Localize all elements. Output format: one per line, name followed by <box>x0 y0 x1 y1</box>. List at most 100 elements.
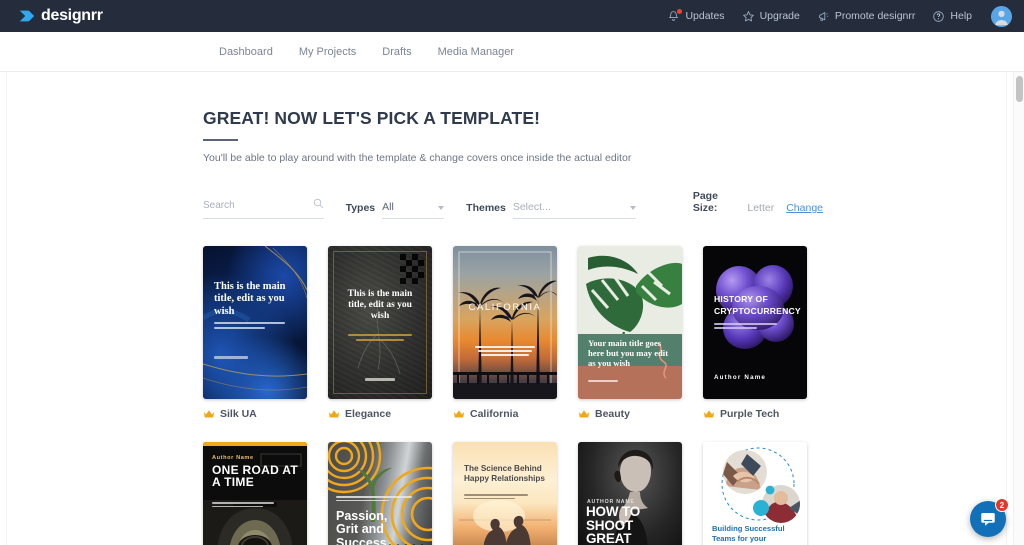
template-thumbnail-california[interactable]: CALIFORNIA <box>453 246 557 399</box>
updates-badge-dot <box>677 8 683 14</box>
template-grid: This is the main title, edit as you wish <box>203 246 843 545</box>
search-field[interactable] <box>203 195 324 219</box>
template-thumbnail-building-teams[interactable]: Building Successful Teams for your Busin… <box>703 442 807 545</box>
upgrade-button[interactable]: Upgrade <box>742 10 800 23</box>
template-thumbnail-shoot-portraits[interactable]: AUTHOR NAME HOW TO SHOOT GREAT PORTRAITS <box>578 442 682 545</box>
megaphone-icon <box>817 10 830 23</box>
crown-icon <box>703 410 715 418</box>
scrollbar-thumb[interactable] <box>1016 76 1023 102</box>
cover-author: Author Name <box>714 374 767 381</box>
types-select[interactable]: All <box>382 201 445 219</box>
cover-title: ONE ROAD AT A TIME <box>212 463 298 490</box>
template-thumbnail-science-happy[interactable]: The Science Behind Happy Relationships <box>453 442 557 545</box>
template-card[interactable]: This is the main title, edit as you wish <box>328 246 453 442</box>
cover-body-lines <box>212 502 277 508</box>
cover-title: This is the main title, edit as you wish <box>347 289 413 322</box>
search-input[interactable] <box>203 200 307 211</box>
template-name: Silk UA <box>220 408 257 420</box>
brand-name: designrr <box>41 7 103 24</box>
question-circle-icon <box>932 10 945 23</box>
page-size-group: Page Size: Letter Change <box>693 190 823 219</box>
template-thumbnail-passion-grit[interactable]: Passion, Grit and Success <box>328 442 432 545</box>
crown-icon <box>328 410 340 418</box>
template-thumbnail-one-road[interactable]: Author Name ONE ROAD AT A TIME <box>203 442 307 545</box>
chevron-down-icon <box>438 206 445 210</box>
template-card[interactable]: Your main title goes here but you may ed… <box>578 246 703 442</box>
help-button[interactable]: Help <box>932 10 972 23</box>
crown-icon <box>203 410 215 418</box>
updates-label: Updates <box>685 10 725 22</box>
template-thumbnail-purple-tech[interactable]: HISTORY OF CRYPTOCURRENCY Author Name <box>703 246 807 399</box>
cover-author-line <box>214 356 248 359</box>
cover-art <box>453 246 557 399</box>
chevron-down-icon <box>629 206 636 210</box>
chat-unread-badge: 2 <box>995 498 1009 512</box>
crown-icon <box>453 410 465 418</box>
themes-filter: Themes Select... <box>466 201 636 219</box>
template-thumbnail-elegance[interactable]: This is the main title, edit as you wish <box>328 246 432 399</box>
template-name: California <box>470 408 519 420</box>
cover-art <box>578 246 682 399</box>
themes-select[interactable]: Select... <box>512 201 636 219</box>
chat-bubble-icon <box>981 513 995 526</box>
cover-author: Author Name <box>212 455 254 461</box>
content-canvas: GREAT! NOW LET'S PICK A TEMPLATE! You'll… <box>0 72 1013 545</box>
nav-item-my-projects[interactable]: My Projects <box>299 46 356 58</box>
types-filter: Types All <box>346 201 445 219</box>
app-root: designrr Updates Upgrade Promote designr… <box>0 0 1024 545</box>
title-underline-rule <box>203 139 238 141</box>
page-size-label: Page Size: <box>692 190 718 214</box>
cover-author-line <box>328 378 432 381</box>
template-card[interactable]: HISTORY OF CRYPTOCURRENCY Author Name Pu… <box>703 246 828 442</box>
template-card[interactable]: Passion, Grit and Success <box>328 442 453 545</box>
magnifier-icon[interactable] <box>313 196 324 214</box>
cover-body-lines <box>464 494 537 500</box>
template-card[interactable]: This is the main title, edit as you wish <box>203 246 328 442</box>
template-label-row: Beauty <box>578 408 703 420</box>
nav-item-dashboard[interactable]: Dashboard <box>219 46 273 58</box>
avatar[interactable] <box>991 5 1012 27</box>
cover-body-lines <box>344 334 416 341</box>
themes-value: Select... <box>512 201 551 213</box>
template-card[interactable]: Building Successful Teams for your Busin… <box>703 442 828 545</box>
template-name: Beauty <box>595 408 631 420</box>
template-thumbnail-silk-ua[interactable]: This is the main title, edit as you wish <box>203 246 307 399</box>
themes-label: Themes <box>466 202 506 214</box>
cover-art <box>328 246 432 399</box>
template-card[interactable]: CALIFORNIA California <box>453 246 578 442</box>
promote-designrr-label: Promote designrr <box>834 10 916 22</box>
brand-logo[interactable]: designrr <box>18 7 103 25</box>
template-label-row: Silk UA <box>203 408 328 420</box>
help-label: Help <box>950 10 972 22</box>
page-heading-block: GREAT! NOW LET'S PICK A TEMPLATE! You'll… <box>203 108 1006 164</box>
nav-item-media-manager[interactable]: Media Manager <box>438 46 514 58</box>
cover-title: Your main title goes here but you may ed… <box>588 338 669 369</box>
template-card[interactable]: Author Name ONE ROAD AT A TIME <box>203 442 328 545</box>
bell-icon <box>667 8 683 23</box>
template-label-row: California <box>453 408 578 420</box>
page-subtitle: You'll be able to play around with the t… <box>203 152 632 164</box>
promote-designrr-button[interactable]: Promote designrr <box>817 10 916 23</box>
template-thumbnail-beauty[interactable]: Your main title goes here but you may ed… <box>578 246 682 399</box>
template-name: Purple Tech <box>720 408 780 420</box>
template-card[interactable]: The Science Behind Happy Relationships <box>453 442 578 545</box>
chat-launcher-button[interactable]: 2 <box>970 498 1009 537</box>
cover-title: HOW TO SHOOT GREAT PORTRAITS <box>586 504 641 545</box>
cover-title: CALIFORNIA <box>468 302 542 313</box>
cover-title: This is the main title, edit as you wish <box>214 281 286 317</box>
cover-body-lines <box>714 323 783 329</box>
page-size-change-link[interactable]: Change <box>786 202 823 214</box>
page-size-value: Letter <box>747 202 775 214</box>
cover-body-lines <box>336 496 424 502</box>
main-nav: Dashboard My Projects Drafts Media Manag… <box>0 32 1024 72</box>
template-card[interactable]: AUTHOR NAME HOW TO SHOOT GREAT PORTRAITS <box>578 442 703 545</box>
cover-title: Passion, Grit and Success <box>336 509 388 545</box>
upgrade-label: Upgrade <box>759 10 800 22</box>
star-icon <box>742 10 755 23</box>
nav-item-drafts[interactable]: Drafts <box>382 46 411 58</box>
designrr-arrow-icon <box>19 10 35 22</box>
vertical-scrollbar[interactable] <box>1013 72 1024 545</box>
updates-button[interactable]: Updates <box>667 8 725 23</box>
cover-body-lines <box>214 322 289 329</box>
cover-title: Building Successful Teams for your Busin… <box>712 524 785 545</box>
